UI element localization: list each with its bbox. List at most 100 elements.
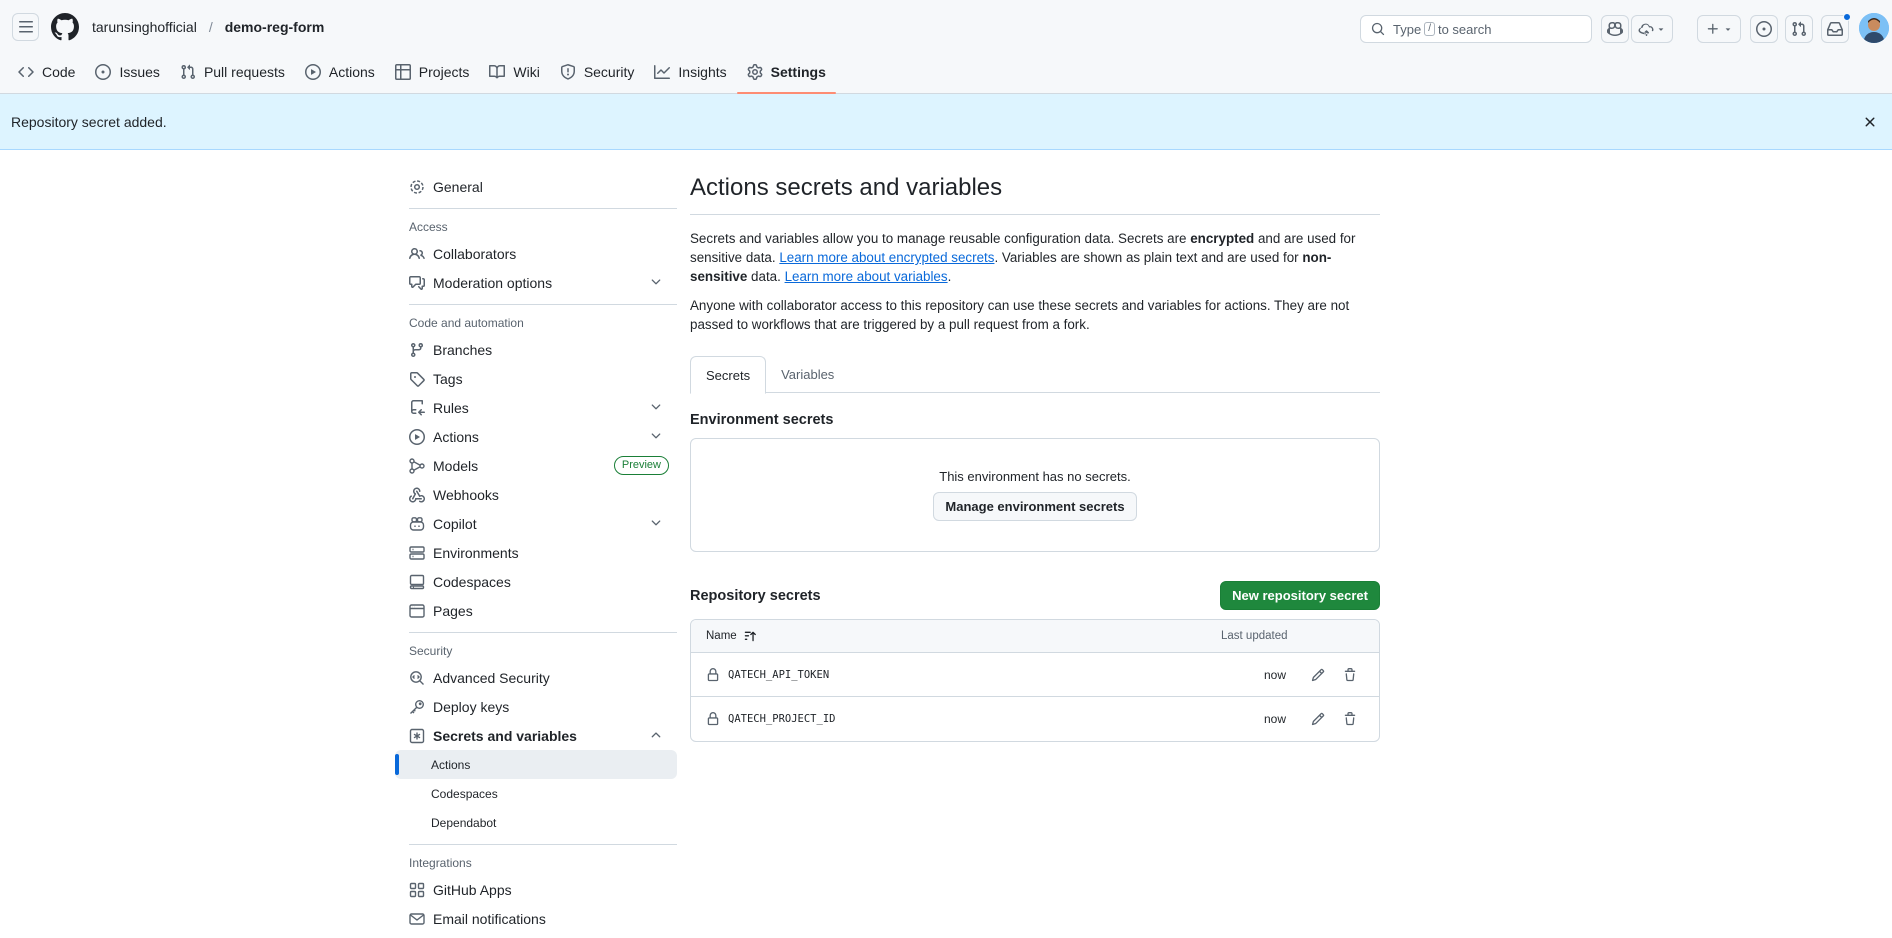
edit-secret-button[interactable] (1306, 707, 1330, 731)
copilot-button[interactable] (1601, 15, 1629, 43)
edit-secret-button[interactable] (1306, 663, 1330, 687)
tab-settings[interactable]: Settings (736, 56, 837, 94)
sidebar-item-collaborators[interactable]: Collaborators (395, 239, 677, 268)
copilot-icon (1607, 21, 1623, 37)
apps-icon (409, 882, 425, 897)
sort-asc-icon (744, 631, 756, 642)
sidebar-item-label: GitHub Apps (433, 881, 512, 898)
desc-text: . (947, 269, 952, 284)
sidebar-item-pages[interactable]: Pages (395, 596, 677, 625)
tab-projects[interactable]: Projects (385, 56, 480, 88)
sidebar-item-environments[interactable]: Environments (395, 538, 677, 567)
sidebar-item-email-notifications[interactable]: Email notifications (395, 904, 677, 933)
tab-secrets[interactable]: Secrets (690, 356, 767, 394)
sidebar-item-github-apps[interactable]: GitHub Apps (395, 875, 677, 904)
delete-secret-button[interactable] (1338, 663, 1362, 687)
sidebar-divider (409, 304, 677, 305)
sidebar-item-label: Branches (433, 341, 493, 358)
lock-icon (707, 667, 719, 681)
tab-label: Settings (770, 64, 826, 80)
sidebar-item-label: Secrets and variables (433, 727, 577, 744)
chevron-down-icon (651, 279, 661, 285)
app-header: tarunsinghofficial / demo-reg-form Type … (0, 0, 1892, 94)
search-input[interactable]: Type / to search (1360, 15, 1592, 43)
sidebar-subitem-actions[interactable]: Actions (395, 750, 677, 779)
sidebar-item-general[interactable]: General (395, 172, 677, 201)
trash-icon (1344, 712, 1356, 726)
tab-pull-requests[interactable]: Pull requests (170, 56, 295, 88)
create-new-button[interactable] (1697, 15, 1741, 43)
git-pull-request-icon (1792, 21, 1807, 37)
breadcrumb-separator: / (208, 19, 213, 35)
sidebar-item-secrets-and-variables[interactable]: Secrets and variables (395, 721, 677, 750)
breadcrumb-owner-link[interactable]: tarunsinghofficial (92, 19, 197, 35)
breadcrumb-repo-link[interactable]: demo-reg-form (225, 19, 325, 35)
sidebar-item-webhooks[interactable]: Webhooks (395, 480, 677, 509)
sidebar-item-rules[interactable]: Rules (395, 393, 677, 422)
copilot-dropdown-button[interactable] (1631, 15, 1673, 43)
people-icon (409, 247, 425, 259)
tag-icon (410, 371, 425, 387)
name-column-header[interactable]: Name (706, 629, 757, 643)
tab-label: Wiki (513, 64, 540, 80)
search-shortcut-key: / (1424, 22, 1435, 36)
sidebar-subitem-codespaces[interactable]: Codespaces (395, 779, 677, 808)
tab-wiki[interactable]: Wiki (479, 56, 549, 88)
table-header: Name Last updated (691, 620, 1379, 653)
settings-sidebar: General Access Collaborators Moderation … (395, 172, 677, 933)
sidebar-divider (409, 208, 677, 209)
learn-more-variables-link[interactable]: Learn more about variables (785, 269, 948, 284)
tab-label: Pull requests (203, 64, 285, 80)
manage-environment-secrets-button[interactable]: Manage environment secrets (933, 492, 1137, 521)
user-avatar[interactable] (1859, 13, 1889, 43)
tab-label: Security (583, 64, 635, 80)
sidebar-item-deploy-keys[interactable]: Deploy keys (395, 692, 677, 721)
sidebar-subitem-dependabot[interactable]: Dependabot (395, 808, 677, 837)
pencil-icon (1311, 668, 1325, 682)
tab-variables[interactable]: Variables (766, 356, 849, 393)
new-repository-secret-button[interactable]: New repository secret (1220, 581, 1380, 610)
tab-issues[interactable]: Issues (85, 56, 169, 88)
sidebar-heading-code: Code and automation (409, 316, 524, 330)
chevron-down-icon (651, 520, 661, 526)
sidebar-item-copilot[interactable]: Copilot (395, 509, 677, 538)
tab-security[interactable]: Security (550, 56, 645, 88)
flash-message: Repository secret added. (11, 113, 167, 130)
tab-insights[interactable]: Insights (644, 56, 736, 88)
close-icon[interactable] (1862, 114, 1878, 130)
models-icon (409, 457, 425, 474)
collaborator-note: Anyone with collaborator access to this … (690, 298, 1350, 332)
git-branch-icon (410, 342, 423, 357)
sidebar-item-actions[interactable]: Actions (395, 422, 677, 451)
search-placeholder: Type / to search (1393, 22, 1491, 37)
your-issues-button[interactable] (1750, 15, 1778, 43)
sidebar-item-label: Moderation options (433, 274, 553, 291)
plus-icon (1707, 23, 1718, 34)
main-content: Actions secrets and variables Secrets an… (690, 172, 1380, 742)
sidebar-item-label: Codespaces (433, 573, 511, 590)
sidebar-item-tags[interactable]: Tags (395, 364, 677, 393)
sidebar-item-moderation[interactable]: Moderation options (395, 268, 677, 297)
sidebar-item-branches[interactable]: Branches (395, 335, 677, 364)
github-logo-icon[interactable] (51, 13, 79, 41)
sidebar-item-codespaces[interactable]: Codespaces (395, 567, 677, 596)
tab-label: Actions (328, 64, 375, 80)
table-row: QATECH_PROJECT_ID now (691, 697, 1379, 741)
empty-state-message: This environment has no secrets. (939, 469, 1131, 484)
sidebar-subitem-label: Codespaces (431, 786, 498, 801)
sidebar-item-advanced-security[interactable]: Advanced Security (395, 663, 677, 692)
table-row: QATECH_API_TOKEN now (691, 653, 1379, 697)
menu-button[interactable] (12, 13, 39, 41)
desc-text: data. (747, 269, 785, 284)
sidebar-item-models[interactable]: Models Preview (395, 451, 677, 480)
delete-secret-button[interactable] (1338, 707, 1362, 731)
caret-down-icon (1725, 28, 1730, 31)
tab-code[interactable]: Code (8, 56, 85, 88)
learn-more-secrets-link[interactable]: Learn more about encrypted secrets (779, 250, 994, 265)
tab-actions[interactable]: Actions (295, 56, 385, 88)
notifications-button[interactable] (1821, 13, 1851, 43)
your-pull-requests-button[interactable] (1785, 15, 1813, 43)
sidebar-item-label: Copilot (433, 515, 477, 532)
sidebar-heading-integrations: Integrations (409, 856, 472, 870)
page-title: Actions secrets and variables (690, 172, 1380, 215)
